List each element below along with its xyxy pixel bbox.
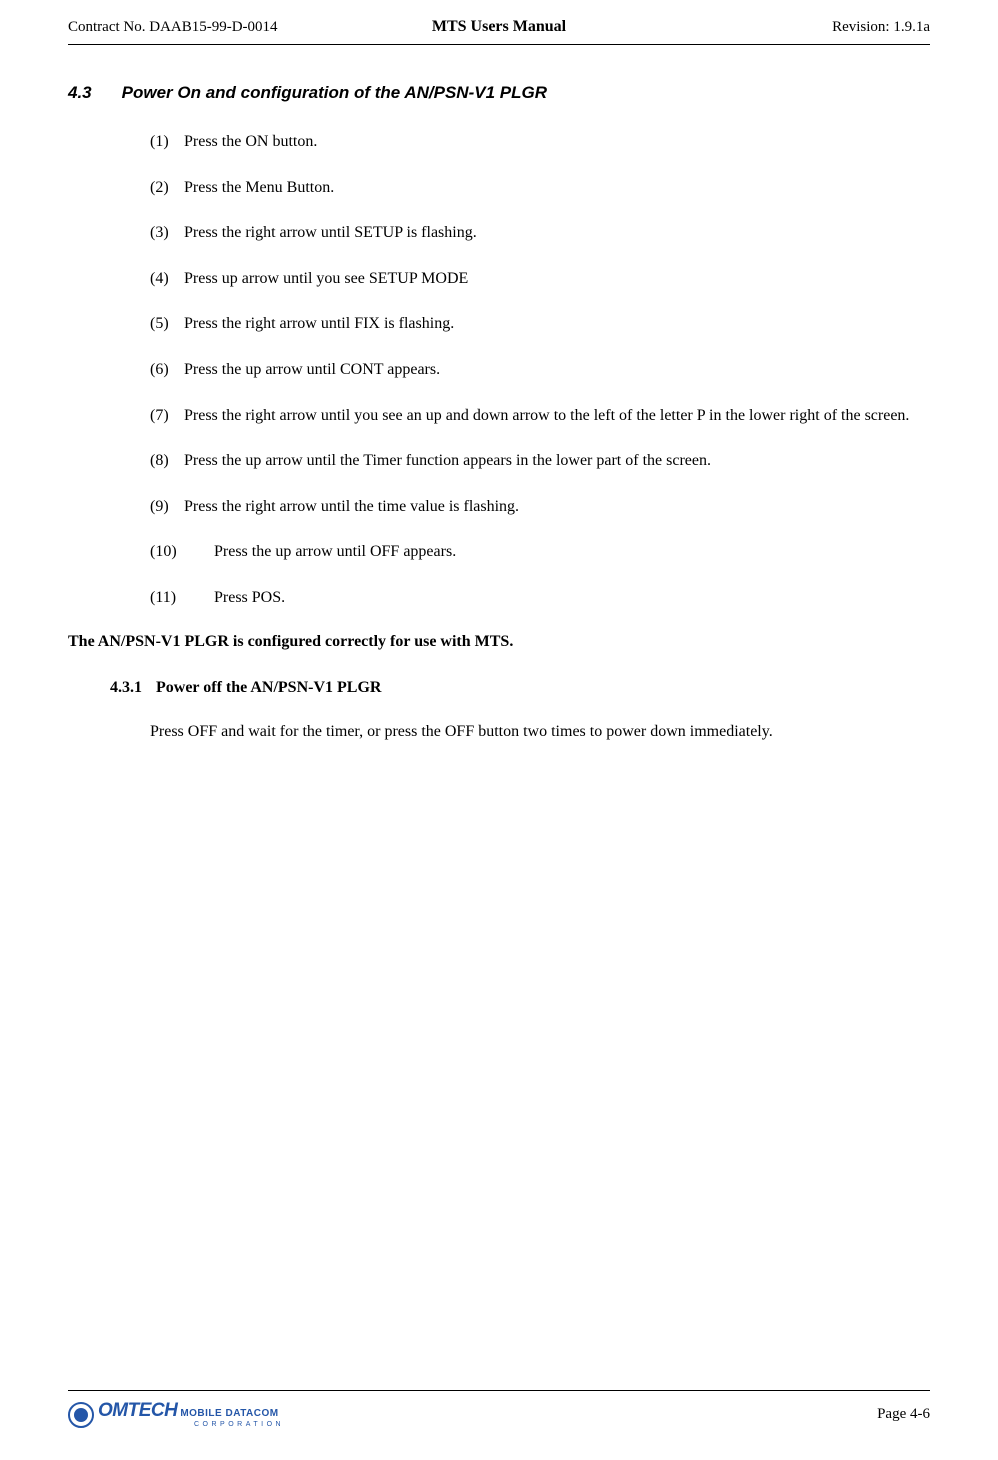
config-statement: The AN/PSN-V1 PLGR is configured correct… <box>68 633 930 651</box>
step-number: (9) <box>150 496 184 518</box>
page-header: Contract No. DAAB15-99-D-0014 MTS Users … <box>68 18 930 36</box>
list-item: (5) Press the right arrow until FIX is f… <box>150 313 920 335</box>
step-text: Press the up arrow until the Timer funct… <box>184 450 920 472</box>
step-number: (7) <box>150 405 184 427</box>
step-text: Press up arrow until you see SETUP MODE <box>184 268 920 290</box>
logo-omtech-text: OMTECH <box>98 1401 177 1420</box>
step-text: Press the Menu Button. <box>184 177 920 199</box>
list-item: (9) Press the right arrow until the time… <box>150 496 920 518</box>
step-number: (10) <box>150 541 214 563</box>
logo-mobile-text: MOBILE DATACOM <box>180 1409 278 1419</box>
globe-icon <box>68 1402 94 1428</box>
step-text: Press the right arrow until the time val… <box>184 496 920 518</box>
page-number: Page 4-6 <box>877 1406 930 1423</box>
subsection-heading: 4.3.1 Power off the AN/PSN-V1 PLGR <box>110 679 930 697</box>
step-text: Press the right arrow until SETUP is fla… <box>184 222 920 244</box>
step-text: Press the ON button. <box>184 131 920 153</box>
step-number: (11) <box>150 587 214 609</box>
list-item: (6) Press the up arrow until CONT appear… <box>150 359 920 381</box>
step-number: (5) <box>150 313 184 335</box>
list-item: (11) Press POS. <box>150 587 920 609</box>
header-revision: Revision: 1.9.1a <box>643 19 930 36</box>
step-number: (8) <box>150 450 184 472</box>
step-number: (4) <box>150 268 184 290</box>
step-text: Press POS. <box>214 587 920 609</box>
list-item: (1) Press the ON button. <box>150 131 920 153</box>
step-number: (6) <box>150 359 184 381</box>
step-text: Press the up arrow until OFF appears. <box>214 541 920 563</box>
list-item: (8) Press the up arrow until the Timer f… <box>150 450 920 472</box>
step-number: (2) <box>150 177 184 199</box>
list-item: (10) Press the up arrow until OFF appear… <box>150 541 920 563</box>
list-item: (3) Press the right arrow until SETUP is… <box>150 222 920 244</box>
header-divider <box>68 44 930 45</box>
company-logo: OMTECH MOBILE DATACOM CORPORATION <box>68 1401 284 1428</box>
section-heading: 4.3 Power On and configuration of the AN/… <box>68 83 930 103</box>
step-number: (1) <box>150 131 184 153</box>
step-text: Press the right arrow until FIX is flash… <box>184 313 920 335</box>
step-number: (3) <box>150 222 184 244</box>
page-footer: OMTECH MOBILE DATACOM CORPORATION Page 4… <box>68 1390 930 1428</box>
subsection-body: Press OFF and wait for the timer, or pre… <box>150 721 920 743</box>
list-item: (7) Press the right arrow until you see … <box>150 405 920 427</box>
section-title: Power On and configuration of the AN/PSN… <box>122 83 547 102</box>
header-contract: Contract No. DAAB15-99-D-0014 <box>68 19 355 36</box>
step-text: Press the right arrow until you see an u… <box>184 405 920 427</box>
list-item: (4) Press up arrow until you see SETUP M… <box>150 268 920 290</box>
footer-divider <box>68 1390 930 1391</box>
subsection-number: 4.3.1 <box>110 679 142 697</box>
step-text: Press the up arrow until CONT appears. <box>184 359 920 381</box>
step-list: (1) Press the ON button. (2) Press the M… <box>150 131 920 609</box>
section-number: 4.3 <box>68 83 92 103</box>
subsection-title: Power off the AN/PSN-V1 PLGR <box>156 679 381 696</box>
logo-corporation-text: CORPORATION <box>194 1421 284 1428</box>
list-item: (2) Press the Menu Button. <box>150 177 920 199</box>
header-title: MTS Users Manual <box>355 18 642 36</box>
